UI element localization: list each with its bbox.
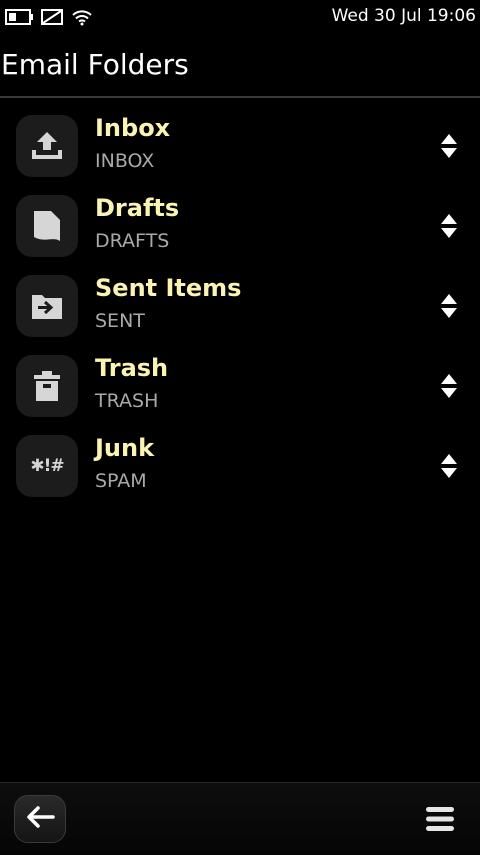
drafts-document-icon [16, 195, 78, 257]
wifi-icon [71, 8, 93, 26]
folder-item-sent-items[interactable]: Sent Items SENT [0, 266, 480, 346]
folder-list: Inbox INBOX Drafts DRAFTS Sent Items SEN… [0, 106, 480, 506]
folder-subtitle: SPAM [95, 470, 147, 492]
back-arrow-icon [25, 805, 55, 833]
folder-item-drafts[interactable]: Drafts DRAFTS [0, 186, 480, 266]
title-divider [0, 96, 480, 98]
folder-name: Inbox [95, 114, 171, 142]
bottom-toolbar [0, 782, 480, 855]
reorder-handle-icon[interactable] [434, 372, 464, 400]
back-button[interactable] [14, 795, 66, 843]
page-title: Email Folders [1, 48, 189, 81]
reorder-handle-icon[interactable] [434, 132, 464, 160]
status-clock: Wed 30 Jul 19:06 [331, 6, 476, 26]
reorder-handle-icon[interactable] [434, 292, 464, 320]
junk-glyph: ✱!# [30, 456, 64, 476]
inbox-upload-icon [16, 115, 78, 177]
menu-icon [425, 806, 455, 836]
folder-item-trash[interactable]: Trash TRASH [0, 346, 480, 426]
battery-icon [5, 8, 35, 26]
folder-subtitle: TRASH [95, 390, 159, 412]
folder-item-inbox[interactable]: Inbox INBOX [0, 106, 480, 186]
menu-button[interactable] [420, 803, 460, 839]
status-icons [5, 7, 93, 27]
folder-item-junk[interactable]: ✱!# Junk SPAM [0, 426, 480, 506]
folder-name: Drafts [95, 194, 180, 222]
folder-subtitle: DRAFTS [95, 230, 170, 252]
trash-icon [16, 355, 78, 417]
folder-subtitle: INBOX [95, 150, 155, 172]
folder-name: Trash [95, 354, 169, 382]
folder-subtitle: SENT [95, 310, 145, 332]
junk-icon: ✱!# [16, 435, 78, 497]
status-bar: Wed 30 Jul 19:06 [0, 0, 480, 34]
sent-folder-icon [16, 275, 78, 337]
folder-name: Sent Items [95, 274, 242, 302]
no-sim-icon [41, 8, 65, 26]
reorder-handle-icon[interactable] [434, 212, 464, 240]
folder-name: Junk [95, 434, 155, 462]
reorder-handle-icon[interactable] [434, 452, 464, 480]
